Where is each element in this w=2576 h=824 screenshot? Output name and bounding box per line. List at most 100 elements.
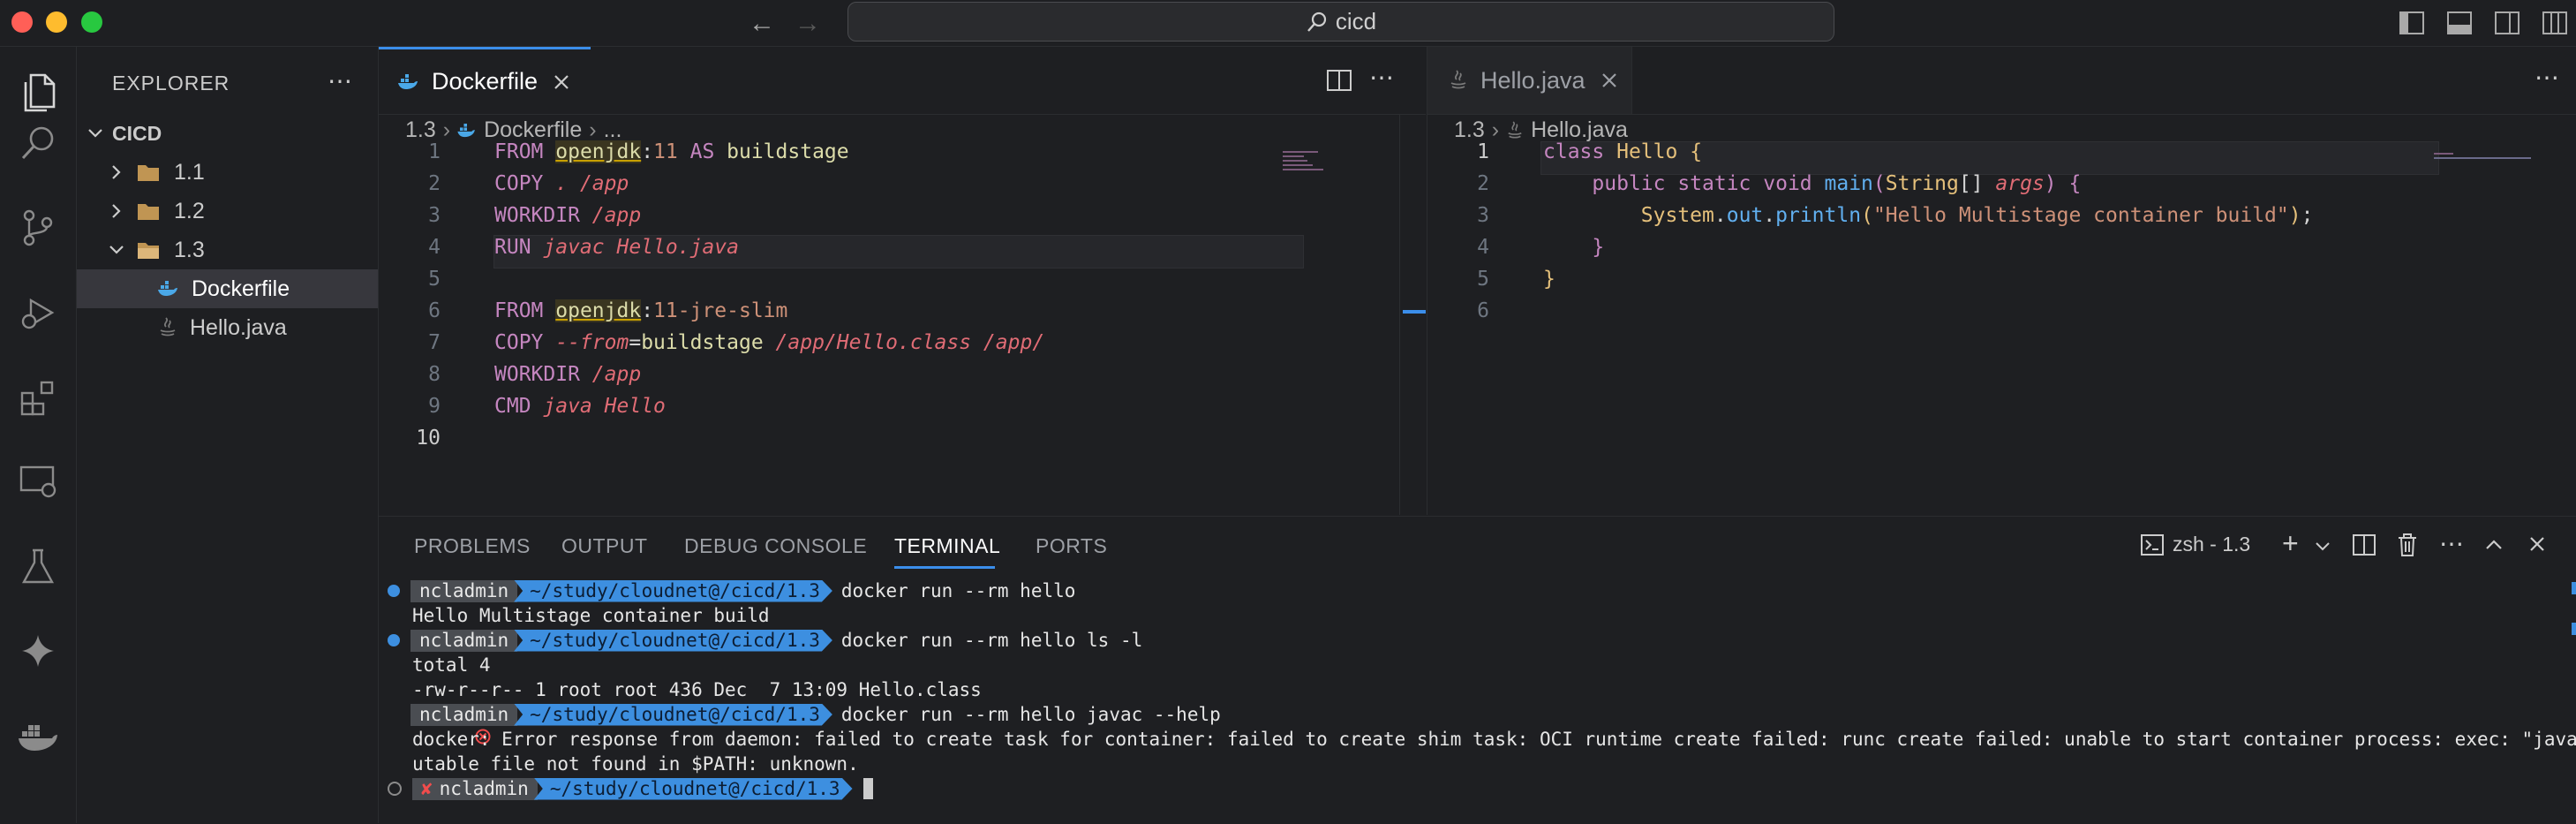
command-center-search[interactable]: cicd [847,2,1834,42]
new-terminal-icon[interactable]: + [2282,527,2299,560]
line-number: 5 [1477,268,1489,291]
folder-open-icon [138,243,159,259]
line-number: 10 [416,427,441,450]
terminal-output-line: Hello Multistage container build [412,605,770,626]
breadcrumb-tail[interactable]: ... [604,117,622,143]
toggle-primary-sidebar-icon[interactable] [2399,11,2424,34]
prompt-user: ✘ ncladmin [412,777,538,800]
panel-tab-ports[interactable]: PORTS [1036,534,1107,558]
breadcrumb-folder[interactable]: 1.3 [405,117,436,143]
close-icon[interactable] [1601,72,1617,88]
copilot-sparkle-icon[interactable] [12,625,64,677]
prompt-path: ~/study/cloudnet@/cicd/1.3 [534,778,853,800]
terminal-name: zsh - 1.3 [2173,533,2251,556]
prompt-user: ncladmin [411,629,518,652]
panel-tab-problems[interactable]: PROBLEMS [414,534,531,558]
code-line: } [1592,236,1605,259]
minimap[interactable] [2434,153,2540,162]
line-number: 7 [428,331,441,354]
docker-file-icon [457,123,475,137]
close-panel-icon[interactable] [2529,536,2545,552]
docker-file-icon [158,281,177,296]
more-actions-icon[interactable]: ⋯ [2535,63,2559,92]
line-number: 9 [428,395,441,418]
line-number: 6 [428,299,441,322]
terminal-selector[interactable]: zsh - 1.3 [2141,533,2250,556]
breadcrumb-folder[interactable]: 1.3 [1454,117,1485,143]
tree-item-folder-1-3[interactable]: 1.3 [77,231,378,269]
java-file-icon [1508,120,1522,139]
close-icon[interactable] [554,74,569,90]
panel-tab-output[interactable]: OUTPUT [561,534,648,558]
forward-arrow-icon[interactable]: → [795,9,821,39]
breadcrumb: 1.3 › Hello.java [1454,117,1628,143]
breadcrumb-file[interactable]: Hello.java [1531,117,1628,143]
chevron-down-icon [88,129,102,138]
tree-item-hello-java[interactable]: Hello.java [77,308,378,347]
scrollbar-marker [1403,310,1426,314]
tab-label: Dockerfile [432,68,539,94]
extensions-icon[interactable] [12,373,64,424]
maximize-window-button[interactable] [81,11,102,33]
tree-item-dockerfile[interactable]: Dockerfile [77,269,378,308]
customize-layout-icon[interactable] [2542,11,2567,34]
chevron-down-icon [109,246,124,254]
breadcrumb-file[interactable]: Dockerfile [484,117,582,143]
scrollbar-marker [2572,623,2576,635]
panel-tab-terminal[interactable]: TERMINAL [894,534,1000,558]
more-actions-icon[interactable]: ⋯ [1369,63,1394,92]
docker-icon[interactable] [12,711,64,762]
title-bar: ← → cicd [0,0,2576,47]
terminal-output-line: total 4 [412,654,491,676]
toggle-secondary-sidebar-icon[interactable] [2495,11,2520,34]
line-number: 5 [428,268,441,291]
tree-item-label: 1.2 [174,198,205,223]
code-line: class Hello { [1543,140,1703,163]
testing-icon[interactable] [12,541,64,592]
split-terminal-icon[interactable] [2353,534,2376,556]
tab-hello-java[interactable]: Hello.java [1427,47,1632,114]
chevron-down-icon[interactable] [2316,541,2330,552]
source-control-icon[interactable] [12,202,64,253]
tree-item-folder-1-2[interactable]: 1.2 [77,192,378,231]
explorer-icon[interactable] [12,67,64,118]
remote-explorer-icon[interactable] [12,456,64,507]
command-success-marker [388,585,400,597]
code-line: WORKDIR /app [494,363,642,386]
toggle-panel-icon[interactable] [2447,11,2472,34]
java-file-icon [160,317,176,336]
explorer-sidebar: EXPLORER ⋯ CICD 1.1 1.2 1.3 Dockerfile H… [77,47,379,823]
java-file-icon [1450,70,1466,89]
code-line: RUN javac Hello.java [494,236,739,259]
trash-icon[interactable] [2397,533,2418,557]
tab-dockerfile[interactable]: Dockerfile [379,47,591,114]
more-actions-icon[interactable]: ⋯ [2439,529,2464,558]
search-icon [1307,11,1326,32]
activity-bar [0,47,77,823]
split-editor-icon[interactable] [1327,70,1352,91]
tree-item-folder-1-1[interactable]: 1.1 [77,153,378,192]
panel-tab-debug-console[interactable]: DEBUG CONSOLE [684,534,867,558]
breadcrumb: 1.3 › Dockerfile › ... [405,117,621,143]
chevron-right-icon [112,204,121,218]
scrollbar-track[interactable] [1399,114,1400,515]
tree-item-label: 1.1 [174,159,205,185]
maximize-panel-icon[interactable] [2485,538,2503,550]
close-window-button[interactable] [11,11,33,33]
prompt-path: ~/study/cloudnet@/cicd/1.3 [514,630,832,652]
minimize-window-button[interactable] [46,11,67,33]
scrollbar-marker [2572,582,2576,594]
run-debug-icon[interactable] [12,287,64,338]
chevron-right-icon: › [1491,117,1500,142]
search-icon[interactable] [12,117,64,169]
line-number: 4 [1477,236,1489,259]
code-line: FROM openjdk:11 AS buildstage [494,140,849,163]
code-line: COPY --from=buildstage /app/Hello.class … [494,331,1045,354]
more-actions-icon[interactable]: ⋯ [328,66,352,95]
minimap[interactable] [1283,151,1336,178]
terminal-output[interactable]: ncladmin ~/study/cloudnet@/cicd/1.3 dock… [379,578,2576,824]
back-arrow-icon[interactable]: ← [749,9,775,39]
workspace-root[interactable]: CICD [77,114,378,153]
editor-tab-bar: Dockerfile ⋯ [379,47,1426,115]
command-pending-marker [388,782,402,796]
